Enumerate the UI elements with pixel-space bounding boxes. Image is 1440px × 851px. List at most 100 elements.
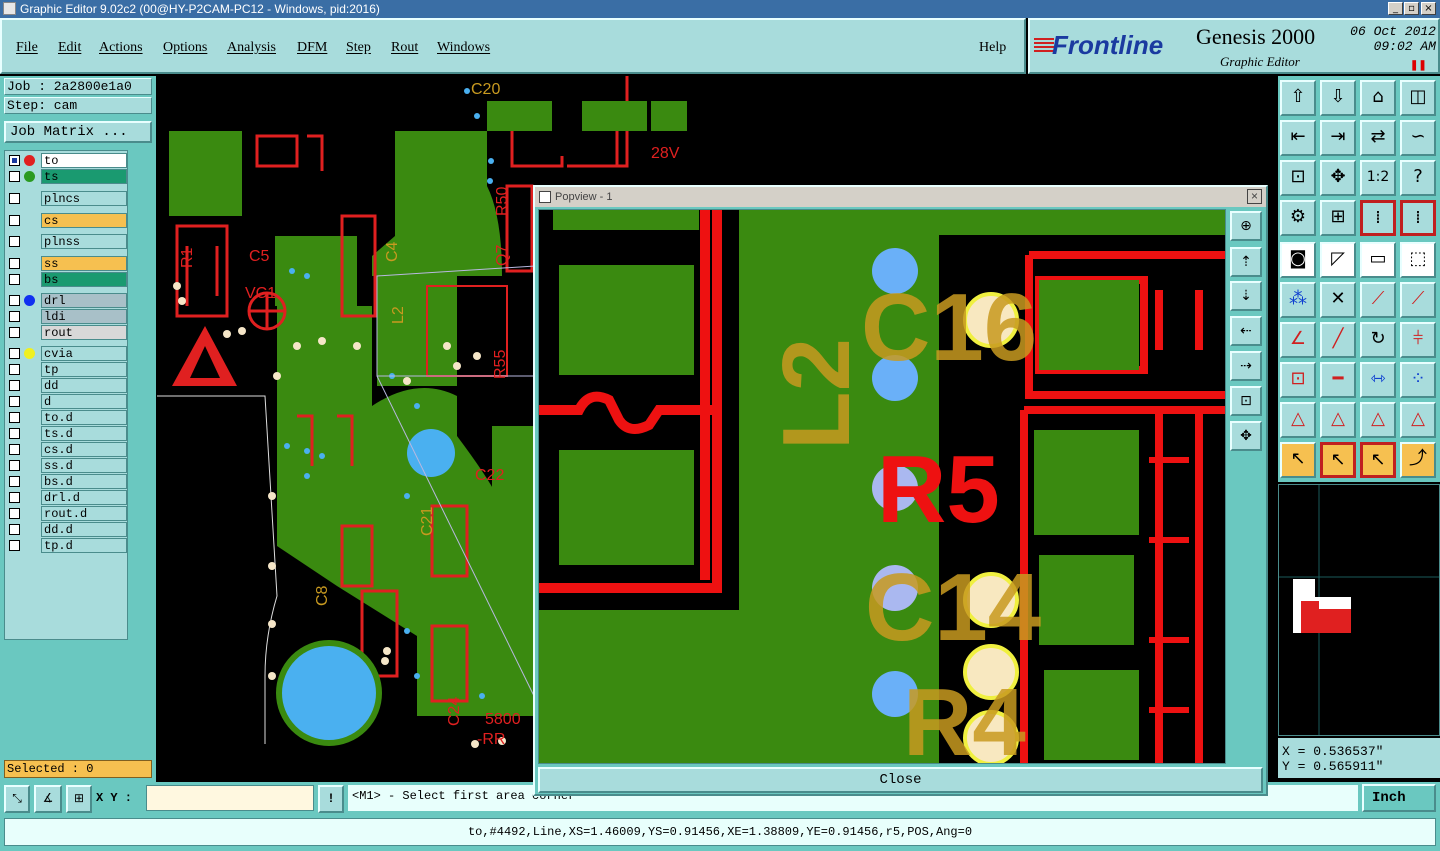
menu-file[interactable]: File xyxy=(16,40,38,56)
popview-titlebar[interactable]: Popview - 1 × xyxy=(535,187,1266,207)
popview-pan-up-icon[interactable]: ⇡ xyxy=(1230,247,1262,277)
select-area-icon[interactable]: ⬚ xyxy=(1400,242,1436,278)
layer-row-ts-d[interactable]: ts.d xyxy=(7,426,127,441)
layer-row-rout[interactable]: rout xyxy=(7,325,127,340)
layer-name[interactable]: ss.d xyxy=(41,458,127,473)
layer-row-ss[interactable]: ss xyxy=(7,256,127,271)
popview-center-icon[interactable]: ✥ xyxy=(1230,421,1262,451)
layer-row-tp[interactable]: tp xyxy=(7,362,127,377)
minimap-view[interactable] xyxy=(1279,485,1439,735)
layer-checkbox[interactable] xyxy=(9,348,20,359)
layer-name[interactable]: cs.d xyxy=(41,442,127,457)
angle-icon[interactable]: ∠ xyxy=(1280,322,1316,358)
draw-line-icon[interactable]: ◸ xyxy=(1320,242,1356,278)
move-left-icon[interactable]: ⇤ xyxy=(1280,120,1316,156)
layer-color-dot[interactable] xyxy=(24,295,35,306)
menu-windows[interactable]: Windows xyxy=(437,40,490,56)
zoom-fit-icon[interactable]: ⊡ xyxy=(1280,160,1316,196)
job-matrix-button[interactable]: Job Matrix ... xyxy=(4,121,152,143)
layer-row-cs-d[interactable]: cs.d xyxy=(7,442,127,457)
mirror-icon[interactable]: ⇄ xyxy=(1360,120,1396,156)
layer-name[interactable]: rout.d xyxy=(41,506,127,521)
layer-row-cvia[interactable]: cvia xyxy=(7,346,127,361)
snap-center-icon[interactable]: ⁞ xyxy=(1400,200,1436,236)
layer-name[interactable]: dd xyxy=(41,378,127,393)
save-icon[interactable]: ⇩ xyxy=(1320,80,1356,116)
layer-name[interactable]: drl xyxy=(41,293,127,308)
angle-snap-icon[interactable]: ∡ xyxy=(34,785,62,813)
layer-name[interactable]: cs xyxy=(41,213,127,228)
layer-checkbox[interactable] xyxy=(9,236,20,247)
layer-color-dot[interactable] xyxy=(24,155,35,166)
board-minimap[interactable] xyxy=(1278,484,1440,736)
pointer-box-icon[interactable]: ↖ xyxy=(1320,442,1356,478)
layer-name[interactable]: ts.d xyxy=(41,426,127,441)
triangle-3-icon[interactable]: △ xyxy=(1360,402,1396,438)
layer-name[interactable]: ts xyxy=(41,169,127,184)
layer-checkbox[interactable] xyxy=(9,476,20,487)
pad-point-icon[interactable]: ⊡ xyxy=(1280,362,1316,398)
move-right-icon[interactable]: ⇥ xyxy=(1320,120,1356,156)
popview-pcb-zoom[interactable]: C16 L2 R5 C14 R4 xyxy=(539,210,1226,764)
layer-row-to[interactable]: to xyxy=(7,153,127,168)
close-window-button[interactable]: × xyxy=(1421,2,1436,15)
layer-name[interactable]: ldi xyxy=(41,309,127,324)
line-segment-2-icon[interactable]: ⟋ xyxy=(1400,282,1436,318)
layer-checkbox[interactable] xyxy=(9,155,20,166)
pointer-icon[interactable]: ↖ xyxy=(1280,442,1316,478)
xy-input[interactable] xyxy=(146,785,314,811)
layer-name[interactable]: tp xyxy=(41,362,127,377)
layer-name[interactable]: plncs xyxy=(41,191,127,206)
units-selector[interactable]: Inch xyxy=(1362,784,1436,812)
measure-icon[interactable]: ⇿ xyxy=(1360,362,1396,398)
help-query-icon[interactable]: ? xyxy=(1400,160,1436,196)
triangle-4-icon[interactable]: △ xyxy=(1400,402,1436,438)
layer-name[interactable]: rout xyxy=(41,325,127,340)
popview-close-button[interactable]: Close xyxy=(538,767,1263,793)
layer-name[interactable]: to xyxy=(41,153,127,168)
line-segment-icon[interactable]: ⟋ xyxy=(1360,282,1396,318)
popview-pan-left-icon[interactable]: ⇠ xyxy=(1230,316,1262,346)
layer-name[interactable]: bs xyxy=(41,272,127,287)
layer-checkbox[interactable] xyxy=(9,215,20,226)
h-line-icon[interactable]: ━ xyxy=(1320,362,1356,398)
layer-checkbox[interactable] xyxy=(9,524,20,535)
layer-row-drl[interactable]: drl xyxy=(7,293,127,308)
layer-name[interactable]: bs.d xyxy=(41,474,127,489)
layer-checkbox[interactable] xyxy=(9,412,20,423)
menu-rout[interactable]: Rout xyxy=(391,40,418,56)
layer-row-plncs[interactable]: plncs xyxy=(7,191,127,206)
layer-checkbox[interactable] xyxy=(9,540,20,551)
layer-checkbox[interactable] xyxy=(9,396,20,407)
layer-name[interactable]: tp.d xyxy=(41,538,127,553)
diagonal-icon[interactable]: ╱ xyxy=(1320,322,1356,358)
home-icon[interactable]: ⌂ xyxy=(1360,80,1396,116)
layer-row-ldi[interactable]: ldi xyxy=(7,309,127,324)
layer-row-rout-d[interactable]: rout.d xyxy=(7,506,127,521)
layer-name[interactable]: drl.d xyxy=(41,490,127,505)
layer-row-bs[interactable]: bs xyxy=(7,272,127,287)
grid-icon[interactable]: ⊞ xyxy=(1320,200,1356,236)
split-icon[interactable]: ⫩ xyxy=(1400,322,1436,358)
layer-row-d[interactable]: d xyxy=(7,394,127,409)
minimize-button[interactable]: _ xyxy=(1388,2,1403,15)
pause-icon[interactable]: ❚❚ xyxy=(1410,60,1427,71)
layer-checkbox[interactable] xyxy=(9,311,20,322)
triangle-2-icon[interactable]: △ xyxy=(1320,402,1356,438)
layer-checkbox[interactable] xyxy=(9,460,20,471)
layer-checkbox[interactable] xyxy=(9,193,20,204)
layer-row-dd[interactable]: dd xyxy=(7,378,127,393)
popview-pan-right-icon[interactable]: ⇢ xyxy=(1230,351,1262,381)
pan-icon[interactable]: ✥ xyxy=(1320,160,1356,196)
layer-name[interactable]: plnss xyxy=(41,234,127,249)
snake-icon[interactable]: ∽ xyxy=(1400,120,1436,156)
layer-checkbox[interactable] xyxy=(9,274,20,285)
popview-canvas[interactable]: C16 L2 R5 C14 R4 xyxy=(538,209,1226,764)
layer-name[interactable]: to.d xyxy=(41,410,127,425)
layer-checkbox[interactable] xyxy=(9,492,20,503)
layer-row-drl-d[interactable]: drl.d xyxy=(7,490,127,505)
window-split-icon[interactable]: ◫ xyxy=(1400,80,1436,116)
pointer-box-2-icon[interactable]: ↖ xyxy=(1360,442,1396,478)
layer-name[interactable]: dd.d xyxy=(41,522,127,537)
layer-row-plnss[interactable]: plnss xyxy=(7,234,127,249)
